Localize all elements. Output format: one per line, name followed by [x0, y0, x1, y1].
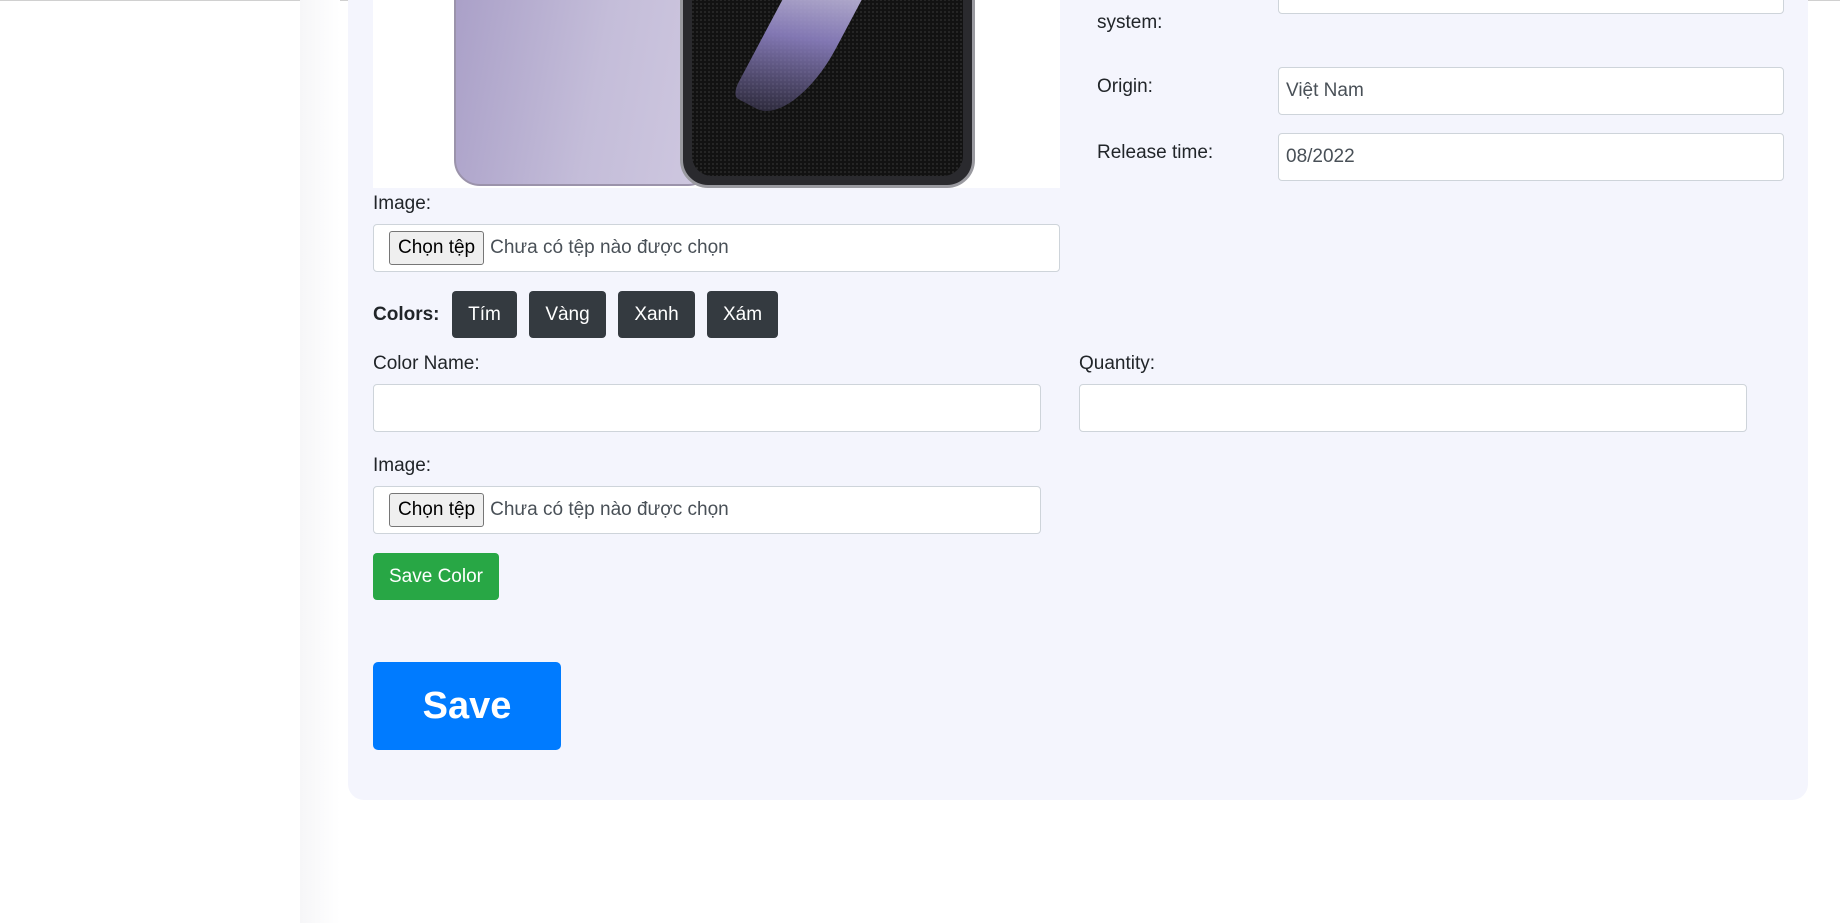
color-name-label: Color Name:	[373, 353, 480, 374]
origin-field[interactable]: Việt Nam	[1278, 67, 1784, 115]
color-chip-xanh[interactable]: Xanh	[618, 291, 695, 338]
colors-label: Colors:	[373, 304, 440, 325]
image-label: Image:	[373, 193, 432, 214]
choose-file-button[interactable]: Chọn tệp	[389, 231, 485, 265]
color-name-input[interactable]	[373, 384, 1041, 432]
quantity-label: Quantity:	[1079, 353, 1156, 374]
color-image-file-input[interactable]: Chọn tệp Chưa có tệp nào được chọn	[373, 486, 1041, 534]
sidebar-edge	[300, 0, 340, 923]
os-field[interactable]	[1278, 0, 1784, 14]
release-time-field[interactable]: 08/2022	[1278, 133, 1784, 181]
phone-front-illustration	[680, 0, 975, 188]
save-color-button[interactable]: Save Color	[373, 553, 499, 600]
choose-color-file-button[interactable]: Chọn tệp	[389, 493, 485, 527]
product-image-file-input[interactable]: Chọn tệp Chưa có tệp nào được chọn	[373, 224, 1060, 272]
save-button[interactable]: Save	[373, 662, 561, 750]
file-status-text: Chưa có tệp nào được chọn	[490, 237, 729, 258]
os-label: system:	[1097, 12, 1163, 33]
product-image-preview	[373, 0, 1060, 188]
phone-back-illustration	[454, 0, 714, 186]
color-chip-xam[interactable]: Xám	[707, 291, 778, 338]
origin-label: Origin:	[1097, 76, 1153, 97]
color-image-label: Image:	[373, 455, 432, 476]
color-chip-vang[interactable]: Vàng	[529, 291, 606, 338]
color-chip-tim[interactable]: Tím	[452, 291, 517, 338]
color-file-status-text: Chưa có tệp nào được chọn	[490, 499, 729, 520]
quantity-input[interactable]	[1079, 384, 1747, 432]
release-time-label: Release time:	[1097, 142, 1214, 163]
